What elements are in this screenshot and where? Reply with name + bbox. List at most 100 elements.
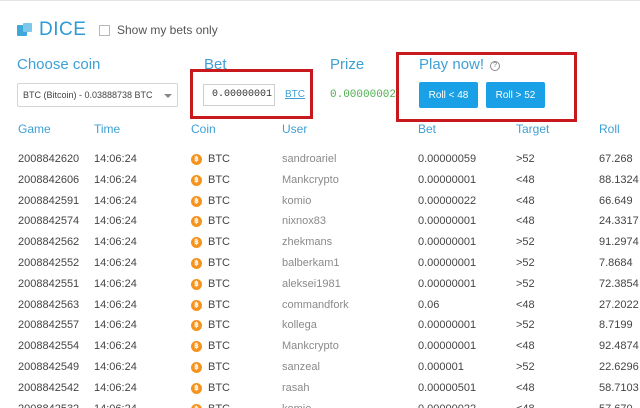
bitcoin-icon: ฿ [191, 174, 202, 186]
table-row: 2008842574 14:06:24 nixnox83 0.00000001 <48 2… [0, 215, 640, 236]
bet-cell: 0.00000001 [418, 236, 477, 249]
game-id-cell: 2008842551 [18, 277, 80, 290]
roll-cell: 92.4874 [599, 340, 639, 353]
table-row: 2008842620 14:06:24 sandroariel 0.00000059 >… [0, 153, 640, 174]
user-cell: sandroariel [282, 153, 337, 165]
time-cell: 14:06:24 [94, 215, 137, 228]
dice-icon [17, 23, 33, 37]
user-cell: aleksei1981 [282, 277, 341, 290]
bitcoin-icon: ฿ [191, 258, 202, 269]
target-cell: >52 [516, 236, 535, 249]
table-row: 2008842557 14:06:24 kollega 0.00000001 >52 8.… [0, 319, 640, 340]
show-my-bets-checkbox[interactable] [99, 24, 110, 36]
bitcoin-icon: ฿ [191, 299, 202, 311]
coin-cell: BTC [208, 340, 230, 353]
play-highlight-box [396, 52, 577, 122]
column-header-game: Game [18, 122, 51, 136]
time-cell: 14:06:24 [94, 173, 137, 186]
coin-cell: BTC [208, 361, 230, 373]
user-cell: komio [282, 403, 311, 408]
game-id-cell: 2008842532 [18, 403, 79, 408]
roll-cell: 72.3854 [599, 277, 639, 290]
bitcoin-icon: ฿ [191, 195, 202, 207]
coin-cell: BTC [208, 194, 230, 207]
user-cell: commandfork [282, 298, 349, 311]
game-id-cell: 2008842563 [18, 298, 80, 311]
table-row: 2008842606 14:06:24 Mankcrypto 0.00000001 <4… [0, 174, 640, 195]
time-cell: 14:06:24 [94, 403, 137, 408]
prize-label: Prize [330, 56, 365, 73]
coin-select[interactable]: BTC (Bitcoin) - 0.03888738 BTC [17, 83, 178, 107]
time-cell: 14:06:24 [94, 361, 137, 373]
time-cell: 14:06:24 [94, 298, 137, 311]
target-cell: >52 [516, 319, 535, 332]
table-row: 2008842532 14:06:24 komio 0.00000022 <48 57.6… [0, 403, 640, 408]
time-cell: 14:06:24 [94, 194, 137, 207]
column-header-target: Target [516, 122, 550, 136]
bitcoin-icon: ฿ [191, 403, 202, 408]
bet-cell: 0.00000001 [418, 319, 477, 332]
user-cell: rasah [282, 381, 310, 394]
column-header-coin: Coin [191, 122, 216, 136]
table-row: 2008842562 14:06:24 zhekmans 0.00000001 >52 9… [0, 236, 640, 257]
table-row: 2008842542 14:06:24 rasah 0.00000501 <48 58.7… [0, 382, 640, 403]
bet-cell: 0.00000001 [418, 173, 477, 186]
bitcoin-icon: ฿ [191, 154, 202, 165]
target-cell: <48 [516, 340, 535, 353]
time-cell: 14:06:24 [94, 277, 137, 290]
roll-cell: 57.670 [599, 403, 633, 408]
show-my-bets-toggle[interactable]: Show my bets only [99, 23, 218, 37]
bet-cell: 0.000001 [418, 361, 464, 373]
roll-cell: 8.7199 [599, 319, 633, 332]
game-id-cell: 2008842591 [18, 194, 80, 207]
bets-table-header: Game Time Coin User Bet Target Roll [0, 122, 640, 142]
prize-value: 0.00000002 [330, 89, 397, 101]
bitcoin-icon: ฿ [191, 320, 202, 332]
game-id-cell: 2008842542 [18, 381, 80, 394]
time-cell: 14:06:24 [94, 381, 137, 394]
game-id-cell: 2008842620 [18, 153, 80, 165]
time-cell: 14:06:24 [94, 153, 137, 165]
coin-cell: BTC [208, 153, 230, 165]
game-id-cell: 2008842554 [18, 340, 80, 353]
bet-cell: 0.00000001 [418, 340, 477, 353]
user-cell: Mankcrypto [282, 173, 339, 186]
time-cell: 14:06:24 [94, 257, 137, 269]
roll-cell: 27.2022 [599, 298, 639, 311]
choose-coin-label: Choose coin [17, 56, 101, 73]
bitcoin-icon: ฿ [191, 341, 202, 353]
coin-select-value: BTC (Bitcoin) - 0.03888738 BTC [23, 90, 153, 100]
user-cell: sanzeal [282, 361, 320, 373]
game-id-cell: 2008842557 [18, 319, 80, 332]
user-cell: zhekmans [282, 236, 333, 249]
target-cell: <48 [516, 403, 535, 408]
bitcoin-icon: ฿ [191, 237, 202, 249]
target-cell: >52 [516, 257, 535, 269]
roll-cell: 66.649 [599, 194, 633, 207]
roll-cell: 24.3317 [599, 215, 639, 228]
coin-cell: BTC [208, 381, 230, 394]
user-cell: kollega [282, 319, 317, 332]
roll-cell: 88.1324 [599, 173, 639, 186]
bet-cell: 0.00000001 [418, 215, 477, 228]
game-id-cell: 2008842606 [18, 173, 80, 186]
top-border [0, 0, 640, 1]
bet-cell: 0.00000022 [418, 403, 476, 408]
bitcoin-icon: ฿ [191, 216, 202, 228]
user-cell: komio [282, 194, 312, 207]
table-row: 2008842549 14:06:24 sanzeal 0.000001 >52 22.6… [0, 361, 640, 382]
bitcoin-icon: ฿ [191, 382, 202, 394]
roll-cell: 67.268 [599, 153, 633, 165]
bet-cell: 0.06 [418, 298, 440, 311]
chevron-down-icon [164, 94, 172, 98]
time-cell: 14:06:24 [94, 340, 137, 353]
bitcoin-icon: ฿ [191, 362, 202, 373]
target-cell: >52 [516, 361, 535, 373]
target-cell: <48 [516, 215, 535, 228]
target-cell: <48 [516, 194, 535, 207]
coin-cell: BTC [208, 403, 230, 408]
time-cell: 14:06:24 [94, 319, 137, 332]
target-cell: <48 [516, 298, 535, 311]
bet-cell: 0.00000059 [418, 153, 477, 165]
roll-cell: 91.2974 [599, 236, 639, 249]
